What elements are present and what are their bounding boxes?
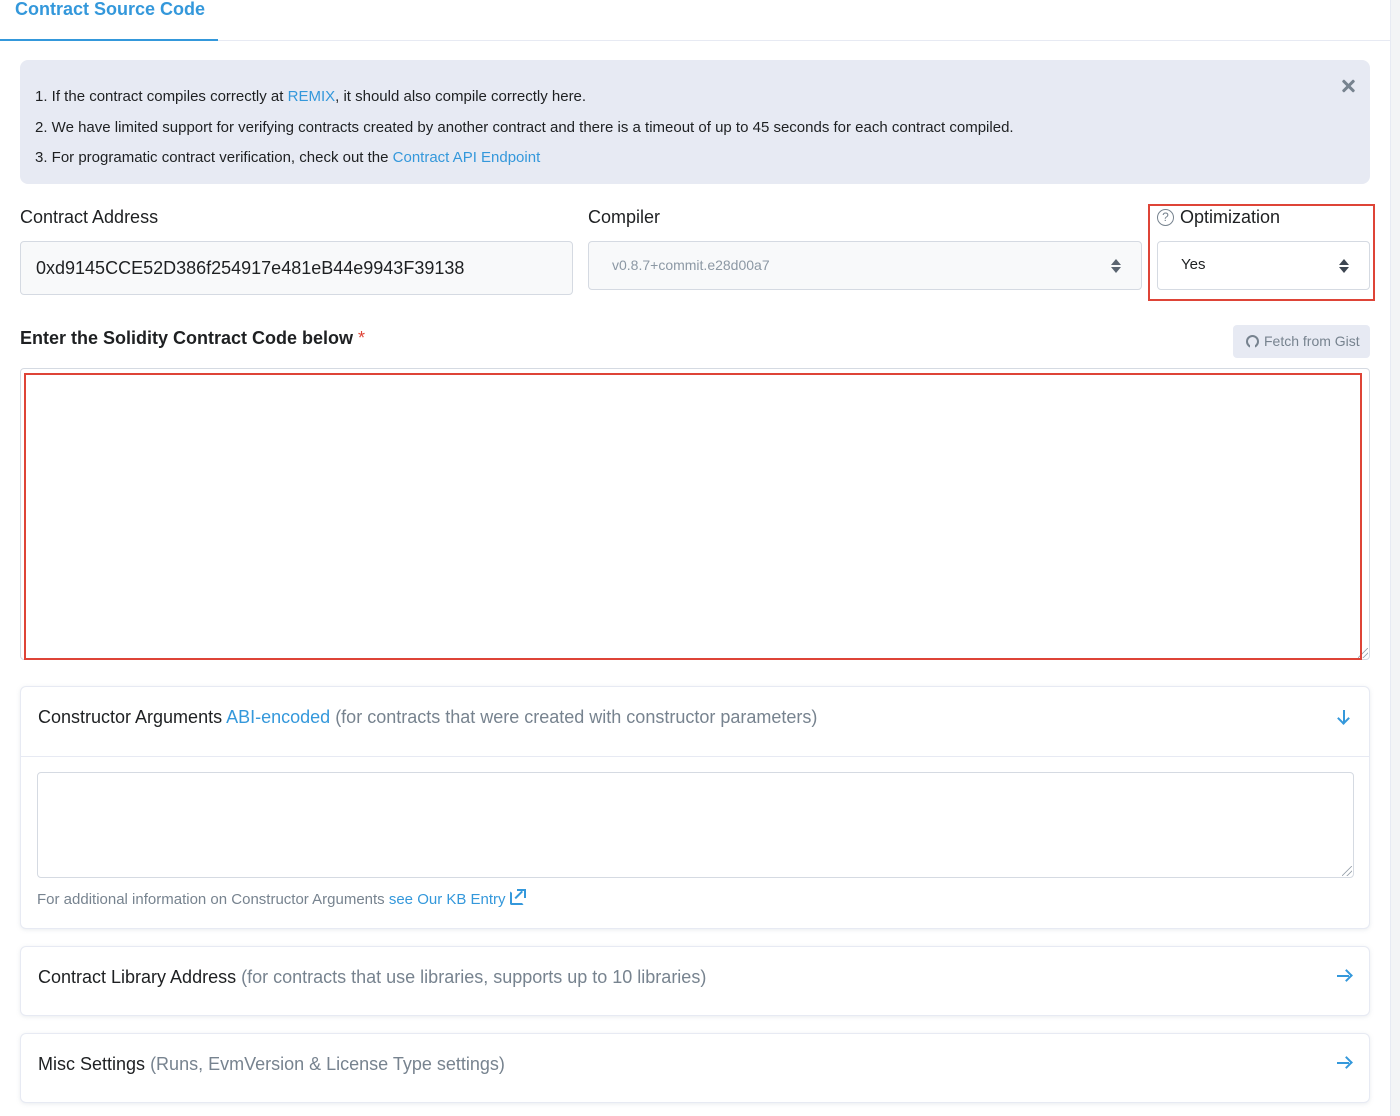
- card-title: Contract Library Address: [38, 967, 237, 987]
- kb-entry-link-text: see Our KB Entry: [388, 891, 506, 908]
- card-subtitle: (for contracts that use libraries, suppo…: [241, 967, 707, 987]
- select-arrows-icon: [1111, 259, 1121, 273]
- code-heading-text: Enter the Solidity Contract Code below: [20, 328, 354, 348]
- card-subtitle: (Runs, EvmVersion & License Type setting…: [150, 1054, 505, 1074]
- contract-address-input[interactable]: 0xd9145CCE52D386f254917e481eB44e9943F391…: [20, 241, 573, 295]
- contract-library-address-card[interactable]: Contract Library Address (for contracts …: [20, 946, 1370, 1016]
- constructor-arguments-header[interactable]: Constructor Arguments ABI-encoded (for c…: [38, 707, 817, 728]
- github-icon: [1246, 335, 1259, 349]
- contract-library-address-header: Contract Library Address (for contracts …: [38, 967, 706, 988]
- card-title: Constructor Arguments: [38, 707, 223, 727]
- resize-handle-icon[interactable]: [1342, 866, 1352, 876]
- alert-text: 1. If the contract compiles correctly at: [35, 88, 288, 105]
- alert-line-2: 2. We have limited support for verifying…: [35, 119, 1014, 136]
- tab-contract-source-code[interactable]: Contract Source Code: [0, 0, 218, 41]
- arrow-right-icon[interactable]: [1337, 969, 1351, 983]
- abi-encoded-link[interactable]: ABI-encoded: [226, 707, 330, 727]
- contract-api-endpoint-link[interactable]: Contract API Endpoint: [393, 149, 541, 166]
- external-link-icon: [509, 889, 526, 905]
- fetch-from-gist-button[interactable]: Fetch from Gist: [1233, 325, 1370, 358]
- alert-line-1: 1. If the contract compiles correctly at…: [35, 88, 586, 105]
- compiler-selected-value: v0.8.7+commit.e28d00a7: [612, 257, 770, 273]
- optimization-highlight-box: [1148, 204, 1375, 301]
- page-scrollbar[interactable]: [1390, 0, 1400, 1116]
- required-marker: *: [358, 328, 366, 348]
- contract-address-label: Contract Address: [20, 207, 159, 227]
- tab-label: Contract Source Code: [15, 0, 206, 19]
- divider: [21, 756, 1369, 757]
- code-highlight-box: [24, 373, 1362, 660]
- alert-text: 3. For programatic contract verification…: [35, 149, 393, 166]
- remix-link[interactable]: REMIX: [288, 88, 336, 105]
- alert-line-3: 3. For programatic contract verification…: [35, 149, 540, 166]
- misc-settings-header: Misc Settings (Runs, EvmVersion & Licens…: [38, 1054, 505, 1075]
- compiler-label: Compiler: [588, 207, 661, 227]
- fetch-from-gist-label: Fetch from Gist: [1264, 333, 1360, 349]
- alert-text: , it should also compile correctly here.: [335, 88, 587, 105]
- tab-bar: Contract Source Code: [0, 0, 1390, 41]
- compiler-select[interactable]: v0.8.7+commit.e28d00a7: [588, 241, 1142, 290]
- kb-entry-link[interactable]: see Our KB Entry: [388, 889, 526, 908]
- arrow-right-icon[interactable]: [1337, 1056, 1351, 1070]
- kb-note: For additional information on Constructo…: [37, 889, 526, 908]
- card-title: Misc Settings: [38, 1054, 146, 1074]
- code-heading: Enter the Solidity Contract Code below *: [20, 328, 365, 349]
- constructor-arguments-textarea[interactable]: [37, 772, 1354, 878]
- arrow-down-icon[interactable]: [1337, 710, 1351, 724]
- card-subtitle: (for contracts that were created with co…: [335, 707, 818, 727]
- misc-settings-card[interactable]: Misc Settings (Runs, EvmVersion & Licens…: [20, 1033, 1370, 1103]
- close-icon[interactable]: [1340, 78, 1356, 94]
- kb-note-text: For additional information on Constructo…: [37, 891, 389, 908]
- constructor-arguments-card: Constructor Arguments ABI-encoded (for c…: [20, 686, 1370, 929]
- info-alert: 1. If the contract compiles correctly at…: [20, 60, 1370, 184]
